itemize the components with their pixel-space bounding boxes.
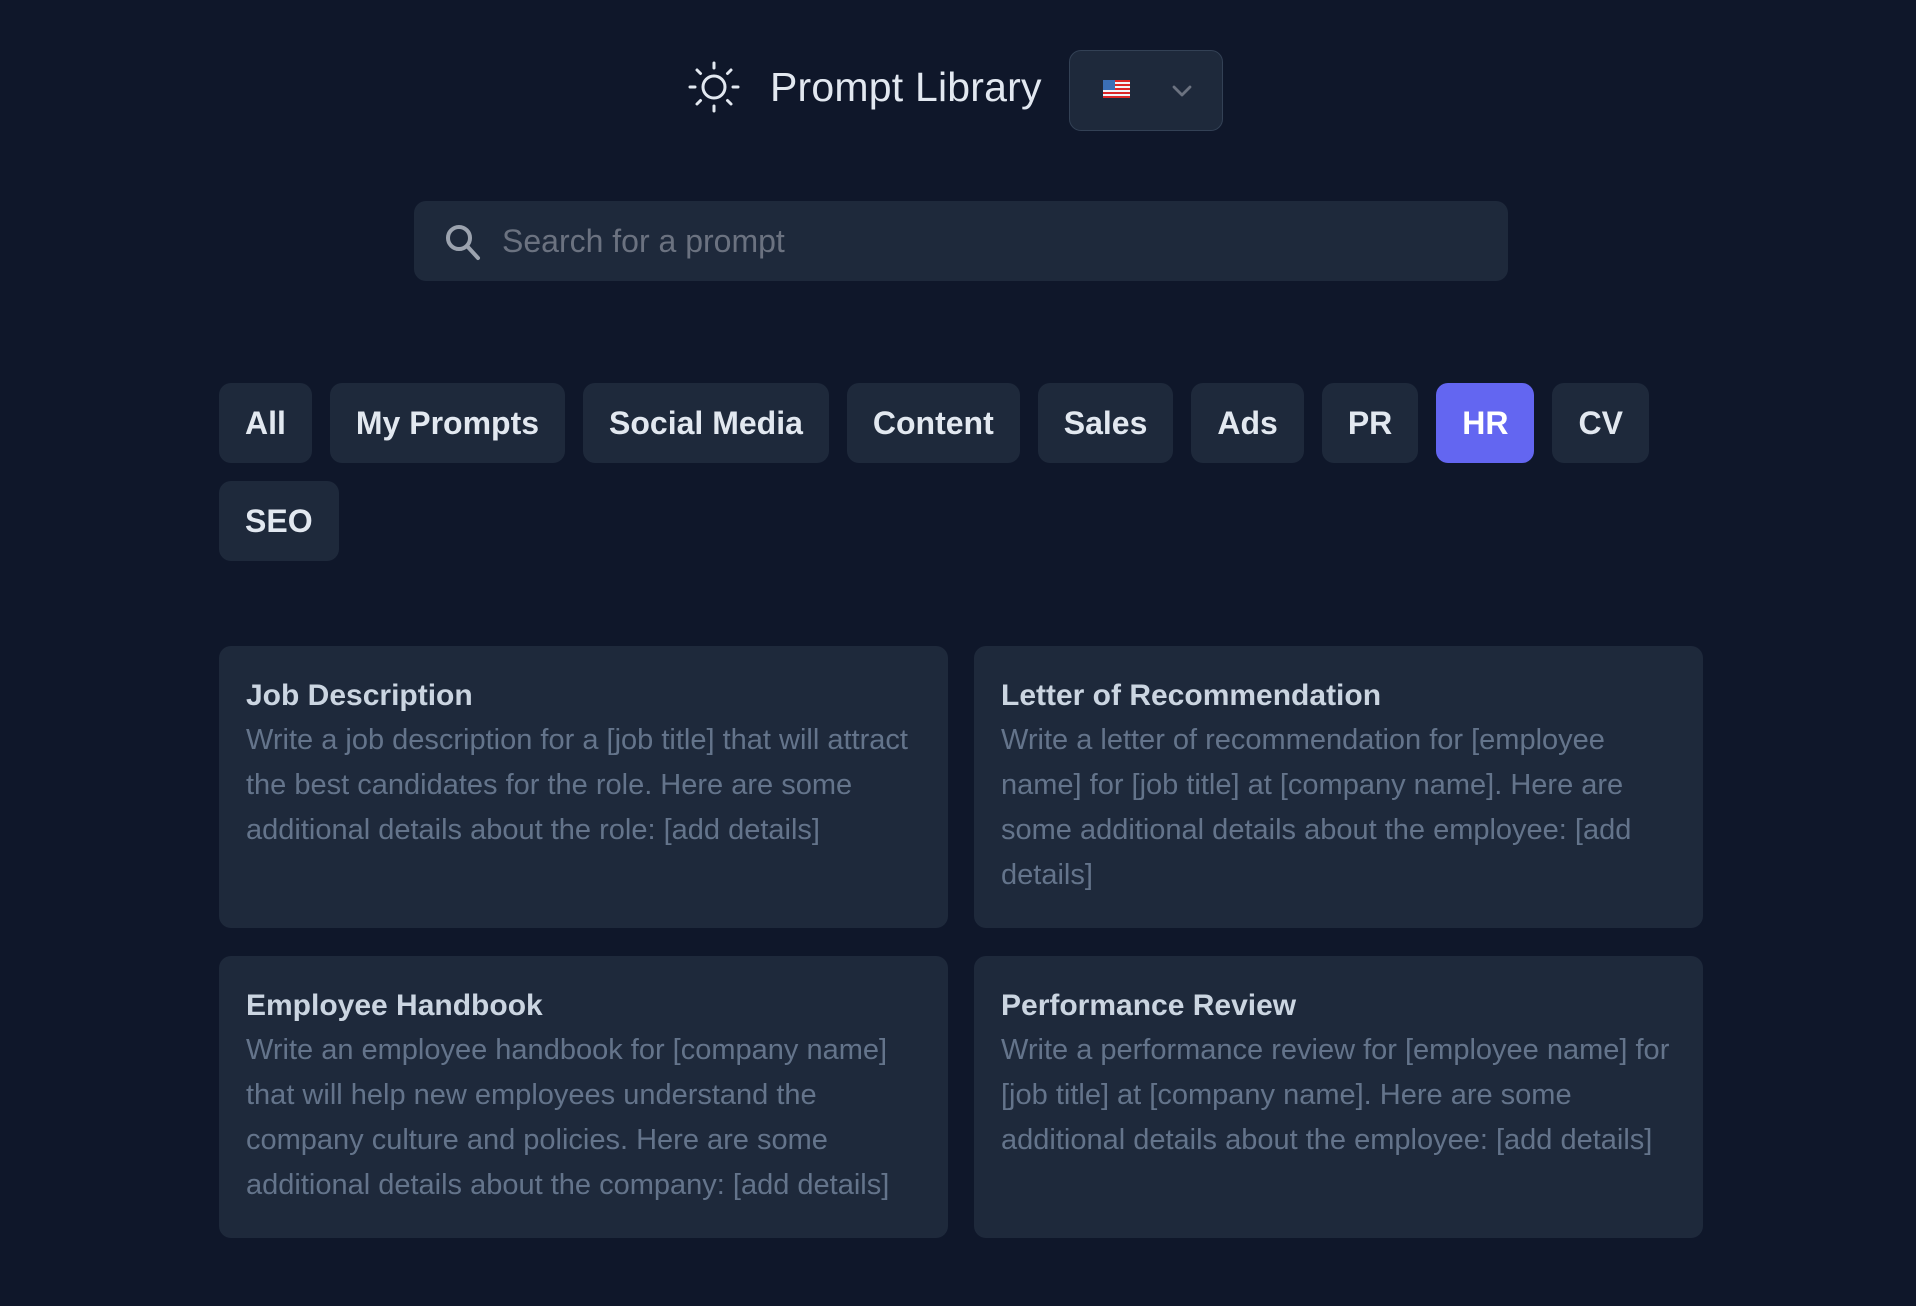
category-tabs: All My Prompts Social Media Content Sale…: [219, 383, 1703, 561]
tab-sales[interactable]: Sales: [1037, 383, 1174, 463]
prompt-card-grid: Job Description Write a job description …: [219, 646, 1703, 1254]
prompt-card[interactable]: Employee Handbook Write an employee hand…: [219, 956, 948, 1238]
prompt-card-title: Employee Handbook: [246, 989, 543, 1022]
prompt-card[interactable]: Performance Review Write a performance r…: [974, 956, 1703, 1238]
search-bar: [414, 201, 1508, 281]
us-flag-icon: [1103, 80, 1130, 98]
tab-seo[interactable]: SEO: [219, 481, 339, 561]
prompt-card-body: Write an employee handbook for [company …: [246, 1034, 890, 1201]
prompt-card-title: Performance Review: [1001, 989, 1297, 1022]
tab-my-prompts[interactable]: My Prompts: [329, 383, 566, 463]
tab-content[interactable]: Content: [846, 383, 1020, 463]
prompt-card-body: Write a letter of recommendation for [em…: [1001, 724, 1632, 891]
language-select[interactable]: [1069, 50, 1223, 131]
prompt-card-title: Letter of Recommendation: [1001, 679, 1382, 712]
tab-ads[interactable]: Ads: [1191, 383, 1304, 463]
chevron-down-icon: [1172, 85, 1192, 97]
prompt-library-page: Prompt Library All My Prompts Soci: [0, 0, 1916, 1306]
page-title: Prompt Library: [770, 64, 1042, 110]
prompt-card-body: Write a performance review for [employee…: [1001, 1034, 1670, 1156]
prompt-card-title: Job Description: [246, 679, 473, 712]
tab-hr[interactable]: HR: [1436, 383, 1535, 463]
tab-social-media[interactable]: Social Media: [583, 383, 829, 463]
search-icon: [446, 225, 480, 260]
prompt-card-body: Write a job description for a [job title…: [246, 724, 908, 846]
prompt-card[interactable]: Job Description Write a job description …: [219, 646, 948, 928]
header: Prompt Library: [0, 0, 1916, 140]
tab-cv[interactable]: CV: [1552, 383, 1649, 463]
prompt-card[interactable]: Letter of Recommendation Write a letter …: [974, 646, 1703, 928]
sun-icon[interactable]: [686, 59, 742, 115]
search-input[interactable]: [502, 201, 1492, 281]
tab-pr[interactable]: PR: [1321, 383, 1419, 463]
tab-all[interactable]: All: [219, 383, 312, 463]
